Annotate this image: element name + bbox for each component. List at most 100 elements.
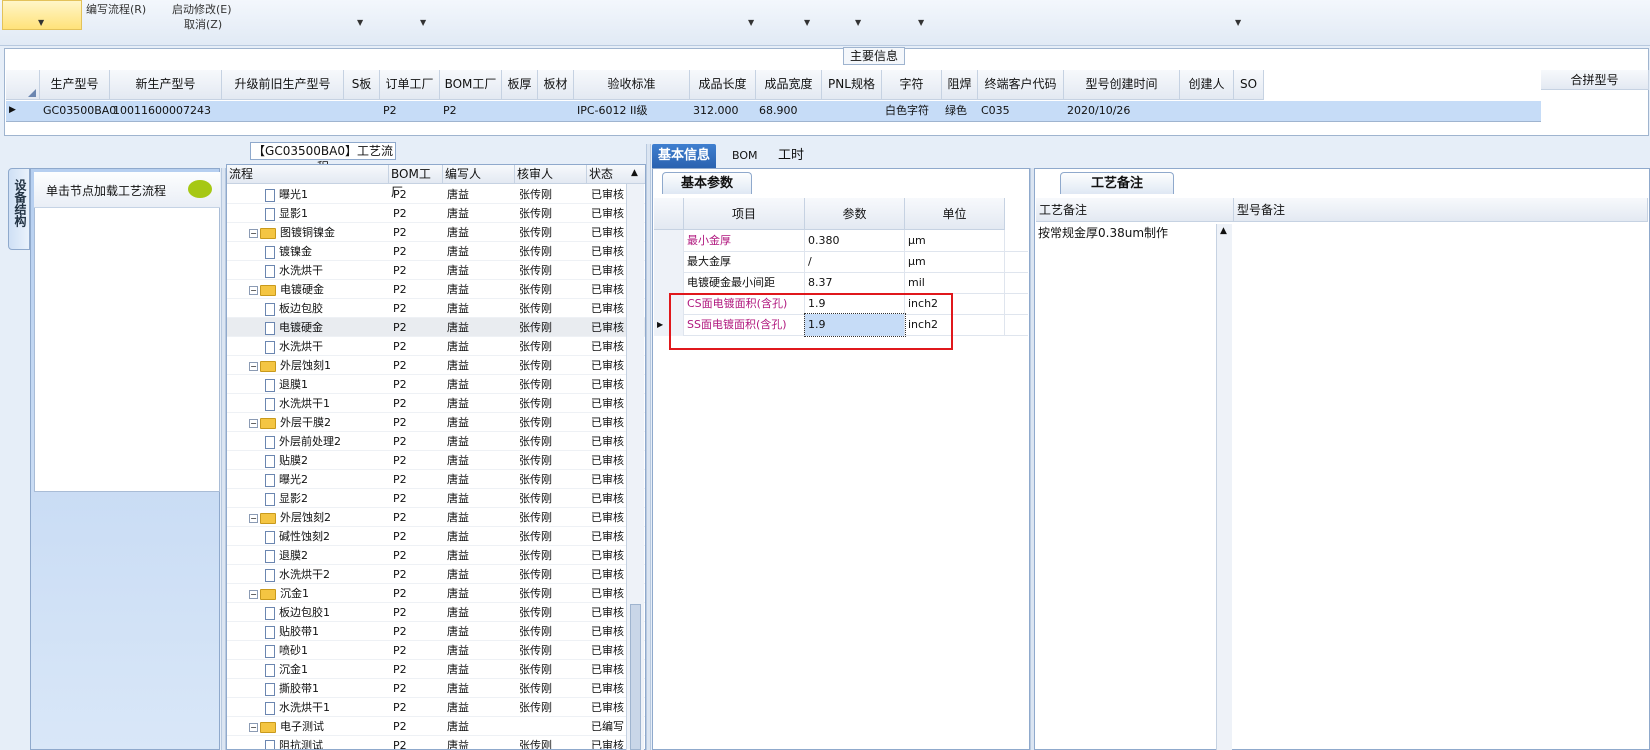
tree-row[interactable]: 水洗烘干 P2 唐益 张传刚 已审核 xyxy=(227,261,645,280)
tree-row[interactable]: 水洗烘干 P2 唐益 张传刚 已审核 xyxy=(227,337,645,356)
main-cell[interactable]: GC03500BA0 xyxy=(40,101,116,121)
tree-col-header[interactable]: 编写人 xyxy=(443,165,515,184)
tree-row[interactable]: 碱性蚀刻2 P2 唐益 张传刚 已审核 xyxy=(227,527,645,546)
param-row[interactable]: 电镀硬金最小间距 8.37 mil xyxy=(654,272,1028,294)
tree-node[interactable]: − 图镀铜镍金 xyxy=(249,223,389,242)
tree-node[interactable]: − 电子测试 xyxy=(249,717,389,736)
tree-row[interactable]: 曝光1 P2 唐益 张传刚 已审核 xyxy=(227,185,645,204)
main-col-header[interactable]: 终端客户代码 xyxy=(978,70,1064,100)
tree-node[interactable]: 贴胶带1 xyxy=(265,622,389,641)
menu-start-modify[interactable]: 启动修改(E) xyxy=(172,1,232,17)
main-cell[interactable] xyxy=(1180,101,1234,121)
main-col-header[interactable]: 阻焊 xyxy=(942,70,978,100)
menu-edit-flow[interactable]: 编写流程(R) xyxy=(86,1,146,17)
node-load-header[interactable]: 单击节点加载工艺流程 xyxy=(34,172,220,208)
tree-node[interactable]: 水洗烘干 xyxy=(265,261,389,280)
chevron-down-icon[interactable]: ▼ xyxy=(1235,18,1241,27)
param-value[interactable]: 0.380 xyxy=(805,230,905,252)
tree-col-header[interactable]: BOM工厂 xyxy=(389,165,443,199)
main-cell[interactable] xyxy=(222,101,344,121)
main-col-header[interactable]: 生产型号 xyxy=(40,70,110,100)
tree-row[interactable]: 退膜1 P2 唐益 张传刚 已审核 xyxy=(227,375,645,394)
tree-row[interactable]: 外层前处理2 P2 唐益 张传刚 已审核 xyxy=(227,432,645,451)
tree-node[interactable]: 贴膜2 xyxy=(265,451,389,470)
chevron-down-icon[interactable]: ▼ xyxy=(855,18,861,27)
tree-row[interactable]: 沉金1 P2 唐益 张传刚 已审核 xyxy=(227,660,645,679)
main-col-header[interactable]: S板 xyxy=(344,70,380,100)
tree-row[interactable]: 水洗烘干2 P2 唐益 张传刚 已审核 xyxy=(227,565,645,584)
tree-row[interactable]: − 沉金1 P2 唐益 张传刚 已审核 xyxy=(227,584,645,603)
collapse-icon[interactable]: − xyxy=(249,513,258,523)
tree-row[interactable]: − 图镀铜镍金 P2 唐益 张传刚 已审核 xyxy=(227,223,645,242)
tree-scrollbar[interactable]: ▲ xyxy=(626,168,644,750)
scroll-up-icon[interactable]: ▲ xyxy=(1220,226,1227,236)
main-cell[interactable] xyxy=(822,101,882,121)
middle-splitter[interactable] xyxy=(646,144,651,750)
chevron-down-icon[interactable]: ▼ xyxy=(804,18,810,27)
chevron-down-icon[interactable]: ▼ xyxy=(357,18,363,27)
tree-node[interactable]: 板边包胶 xyxy=(265,299,389,318)
tab-bom[interactable]: BOM xyxy=(726,144,764,168)
collapse-icon[interactable]: − xyxy=(249,285,258,295)
scroll-thumb[interactable] xyxy=(630,604,641,750)
tree-node[interactable]: 曝光1 xyxy=(265,185,389,204)
tree-node[interactable]: 退膜1 xyxy=(265,375,389,394)
main-cell[interactable]: 10011600007243 xyxy=(110,101,222,121)
tree-row[interactable]: 镀镍金 P2 唐益 张传刚 已审核 xyxy=(227,242,645,261)
menu-cancel[interactable]: 取消(Z) xyxy=(184,16,222,32)
main-cell[interactable]: 68.900 xyxy=(756,101,822,121)
main-cell[interactable] xyxy=(1234,101,1264,121)
tree-node[interactable]: 显影2 xyxy=(265,489,389,508)
main-cell[interactable]: 绿色 xyxy=(942,101,978,121)
tree-node[interactable]: 水洗烘干2 xyxy=(265,565,389,584)
tree-row[interactable]: 喷砂1 P2 唐益 张传刚 已审核 xyxy=(227,641,645,660)
tree-row[interactable]: − 外层蚀刻1 P2 唐益 张传刚 已审核 xyxy=(227,356,645,375)
main-col-header[interactable]: 成品长度 xyxy=(690,70,756,100)
param-value[interactable]: / xyxy=(805,251,905,273)
chevron-down-icon[interactable]: ▼ xyxy=(420,18,426,27)
main-col-header[interactable]: PNL规格 xyxy=(822,70,882,100)
tree-row[interactable]: 曝光2 P2 唐益 张传刚 已审核 xyxy=(227,470,645,489)
tree-row[interactable]: − 外层干膜2 P2 唐益 张传刚 已审核 xyxy=(227,413,645,432)
tab-equipment-structure[interactable]: 设备结构 xyxy=(8,168,30,250)
tree-node[interactable]: 喷砂1 xyxy=(265,641,389,660)
chevron-down-icon[interactable]: ▼ xyxy=(748,18,754,27)
tree-row[interactable]: 电镀硬金 P2 唐益 张传刚 已审核 xyxy=(227,318,645,337)
tab-process-remarks[interactable]: 工艺备注 xyxy=(1060,172,1174,194)
process-remark-text[interactable]: 按常规金厚0.38um制作 xyxy=(1038,224,1168,241)
tree-node[interactable]: 显影1 xyxy=(265,204,389,223)
tree-node[interactable]: − 外层蚀刻2 xyxy=(249,508,389,527)
collapse-icon[interactable]: − xyxy=(249,361,258,371)
param-value[interactable]: 8.37 xyxy=(805,272,905,294)
tree-node[interactable]: − 沉金1 xyxy=(249,584,389,603)
tree-node[interactable]: 阻抗测试 xyxy=(265,736,389,749)
main-col-header[interactable]: 板材 xyxy=(538,70,574,100)
collapse-icon[interactable]: − xyxy=(249,418,258,428)
tree-node[interactable]: 电镀硬金 xyxy=(265,318,389,337)
main-col-header[interactable]: 创建人 xyxy=(1180,70,1234,100)
main-col-header[interactable]: 升级前旧生产型号 xyxy=(222,70,344,100)
main-cell[interactable]: P2 xyxy=(440,101,502,121)
tree-node[interactable]: 水洗烘干 xyxy=(265,337,389,356)
tree-node[interactable]: 曝光2 xyxy=(265,470,389,489)
tree-row[interactable]: 水洗烘干1 P2 唐益 张传刚 已审核 xyxy=(227,698,645,717)
tab-work-hours[interactable]: 工时 xyxy=(772,144,810,168)
main-cell[interactable] xyxy=(344,101,380,121)
tree-row[interactable]: 水洗烘干1 P2 唐益 张传刚 已审核 xyxy=(227,394,645,413)
main-col-header[interactable]: BOM工厂 xyxy=(440,70,502,100)
main-cell[interactable] xyxy=(502,101,538,121)
tree-col-header[interactable]: 核审人 xyxy=(515,165,587,184)
tree-node[interactable]: 撕胶带1 xyxy=(265,679,389,698)
remark-scrollbar[interactable]: ▲ xyxy=(1216,224,1232,750)
tree-row[interactable]: 退膜2 P2 唐益 张传刚 已审核 xyxy=(227,546,645,565)
main-col-header[interactable]: 字符 xyxy=(882,70,942,100)
tree-node[interactable]: 退膜2 xyxy=(265,546,389,565)
main-col-header[interactable]: 订单工厂 xyxy=(380,70,440,100)
tree-node[interactable]: 水洗烘干1 xyxy=(265,698,389,717)
tree-row[interactable]: 阻抗测试 P2 唐益 张传刚 已审核 xyxy=(227,736,645,749)
tree-col-header[interactable]: 流程 xyxy=(227,165,389,184)
tree-row[interactable]: 板边包胶1 P2 唐益 张传刚 已审核 xyxy=(227,603,645,622)
main-col-header[interactable]: 验收标准 xyxy=(574,70,690,100)
tree-node[interactable]: 碱性蚀刻2 xyxy=(265,527,389,546)
scroll-up-icon[interactable]: ▲ xyxy=(631,168,638,178)
